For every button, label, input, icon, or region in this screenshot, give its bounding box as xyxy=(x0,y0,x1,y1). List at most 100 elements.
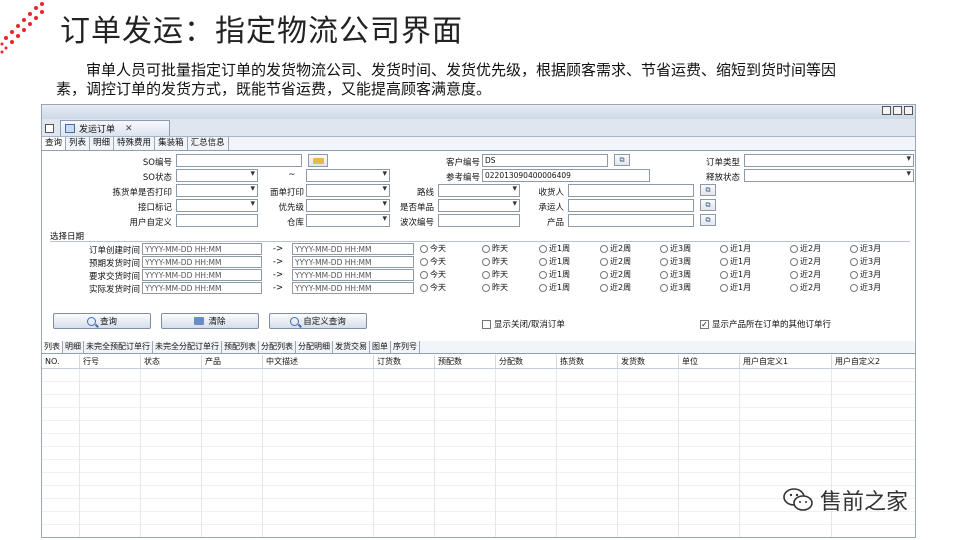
date-range-radio[interactable]: 近3周 xyxy=(660,256,691,267)
radio-icon[interactable] xyxy=(420,283,428,292)
date-from-input[interactable]: YYYY-MM-DD HH:MM xyxy=(142,282,262,294)
user-def-input[interactable] xyxy=(176,214,258,227)
checkbox-checked-icon[interactable]: ✓ xyxy=(700,319,709,329)
date-from-input[interactable]: YYYY-MM-DD HH:MM xyxy=(142,269,262,281)
product-input[interactable] xyxy=(568,214,694,227)
radio-icon[interactable] xyxy=(660,270,668,279)
radio-icon[interactable] xyxy=(600,257,608,266)
date-to-input[interactable]: YYYY-MM-DD HH:MM xyxy=(292,256,414,268)
radio-icon[interactable] xyxy=(539,257,547,266)
grid-column-header[interactable]: 行号 xyxy=(80,355,141,368)
face-print-select[interactable] xyxy=(306,184,390,197)
tab-detail[interactable]: 明细 xyxy=(90,137,115,150)
carrier-lookup-icon[interactable]: ⧉ xyxy=(700,199,716,211)
date-range-radio[interactable]: 近3月 xyxy=(850,282,881,293)
date-range-radio[interactable]: 近2月 xyxy=(790,269,821,280)
date-range-radio[interactable]: 今天 xyxy=(420,282,446,293)
radio-icon[interactable] xyxy=(850,270,858,279)
result-tab[interactable]: 图单 xyxy=(370,341,391,353)
date-range-radio[interactable]: 近2月 xyxy=(790,256,821,267)
date-range-radio[interactable]: 近1月 xyxy=(720,243,751,254)
date-range-radio[interactable]: 近1月 xyxy=(720,282,751,293)
tab-list[interactable]: 列表 xyxy=(66,137,91,150)
show-closed-checkbox[interactable]: 显示关闭/取消订单 xyxy=(482,318,565,330)
date-range-radio[interactable]: 近1月 xyxy=(720,269,751,280)
customer-lookup-icon[interactable]: ⧉ xyxy=(614,154,630,166)
radio-icon[interactable] xyxy=(420,270,428,279)
date-range-radio[interactable]: 今天 xyxy=(420,269,446,280)
date-range-radio[interactable]: 近3周 xyxy=(660,282,691,293)
date-range-radio[interactable]: 近2月 xyxy=(790,243,821,254)
radio-icon[interactable] xyxy=(482,270,490,279)
so-status-to-select[interactable] xyxy=(306,169,390,182)
grid-column-header[interactable]: 单位 xyxy=(679,355,740,368)
date-range-radio[interactable]: 昨天 xyxy=(482,243,508,254)
result-tab[interactable]: 分配列表 xyxy=(259,341,296,353)
radio-icon[interactable] xyxy=(790,244,798,253)
grid-column-header[interactable]: 发货数 xyxy=(618,355,679,368)
radio-icon[interactable] xyxy=(660,244,668,253)
grid-column-header[interactable]: 状态 xyxy=(141,355,202,368)
date-range-radio[interactable]: 近1周 xyxy=(539,243,570,254)
date-range-radio[interactable]: 近2周 xyxy=(600,256,631,267)
date-range-radio[interactable]: 近1周 xyxy=(539,256,570,267)
radio-icon[interactable] xyxy=(539,283,547,292)
receiver-lookup-icon[interactable]: ⧉ xyxy=(700,184,716,196)
pick-print-select[interactable] xyxy=(176,184,258,197)
radio-icon[interactable] xyxy=(482,283,490,292)
radio-icon[interactable] xyxy=(790,283,798,292)
radio-icon[interactable] xyxy=(790,270,798,279)
radio-icon[interactable] xyxy=(720,283,728,292)
wave-no-input[interactable] xyxy=(438,214,520,227)
port-mark-select[interactable] xyxy=(176,199,258,212)
tab-shipping-order[interactable]: 发运订单 ✕ xyxy=(60,120,170,136)
radio-icon[interactable] xyxy=(539,244,547,253)
so-no-input[interactable] xyxy=(176,154,302,167)
radio-icon[interactable] xyxy=(720,244,728,253)
checkbox-box[interactable] xyxy=(482,319,491,329)
radio-icon[interactable] xyxy=(420,257,428,266)
radio-icon[interactable] xyxy=(420,244,428,253)
so-status-from-select[interactable] xyxy=(176,169,258,182)
radio-icon[interactable] xyxy=(850,257,858,266)
grid-column-header[interactable]: 拣货数 xyxy=(557,355,618,368)
tab-summary[interactable]: 汇总信息 xyxy=(188,137,229,150)
date-range-radio[interactable]: 近3月 xyxy=(850,243,881,254)
warehouse-select[interactable] xyxy=(306,214,390,227)
result-tab[interactable]: 分配明细 xyxy=(296,341,333,353)
tab-special-fee[interactable]: 特殊费用 xyxy=(114,137,156,150)
date-to-input[interactable]: YYYY-MM-DD HH:MM xyxy=(292,269,414,281)
grid-column-header[interactable]: 分配数 xyxy=(496,355,557,368)
clear-button[interactable]: 清除 xyxy=(161,313,259,329)
date-from-input[interactable]: YYYY-MM-DD HH:MM xyxy=(142,243,262,255)
date-range-radio[interactable]: 近1月 xyxy=(720,256,751,267)
date-range-radio[interactable]: 昨天 xyxy=(482,256,508,267)
ref-no-input[interactable]: 022013090400006409 xyxy=(482,169,650,182)
radio-icon[interactable] xyxy=(660,283,668,292)
show-other-orders-checkbox[interactable]: ✓ 显示产品所在订单的其他订单行 xyxy=(700,318,831,330)
date-range-radio[interactable]: 近1周 xyxy=(539,282,570,293)
grid-column-header[interactable]: 用户自定义1 xyxy=(740,355,832,368)
radio-icon[interactable] xyxy=(720,270,728,279)
date-range-radio[interactable]: 今天 xyxy=(420,256,446,267)
result-tab[interactable]: 预配列表 xyxy=(222,341,259,353)
date-range-radio[interactable]: 近2周 xyxy=(600,243,631,254)
date-range-radio[interactable]: 昨天 xyxy=(482,269,508,280)
custom-query-button[interactable]: 自定义查询 xyxy=(269,313,367,329)
minimize-icon[interactable] xyxy=(882,106,891,115)
tab-query[interactable]: 查询 xyxy=(42,137,67,150)
result-tab[interactable]: 明细 xyxy=(63,341,84,353)
radio-icon[interactable] xyxy=(850,244,858,253)
radio-icon[interactable] xyxy=(850,283,858,292)
order-type-select[interactable] xyxy=(744,154,914,167)
date-from-input[interactable]: YYYY-MM-DD HH:MM xyxy=(142,256,262,268)
grid-column-header[interactable]: NO. xyxy=(42,355,80,368)
date-range-radio[interactable]: 近2周 xyxy=(600,282,631,293)
priority-select[interactable] xyxy=(306,199,390,212)
date-range-radio[interactable]: 昨天 xyxy=(482,282,508,293)
carrier-input[interactable] xyxy=(568,199,694,212)
grid-column-header[interactable]: 中文描述 xyxy=(263,355,374,368)
single-item-select[interactable] xyxy=(438,199,520,212)
result-tab[interactable]: 列表 xyxy=(42,341,63,353)
date-range-radio[interactable]: 近3周 xyxy=(660,243,691,254)
